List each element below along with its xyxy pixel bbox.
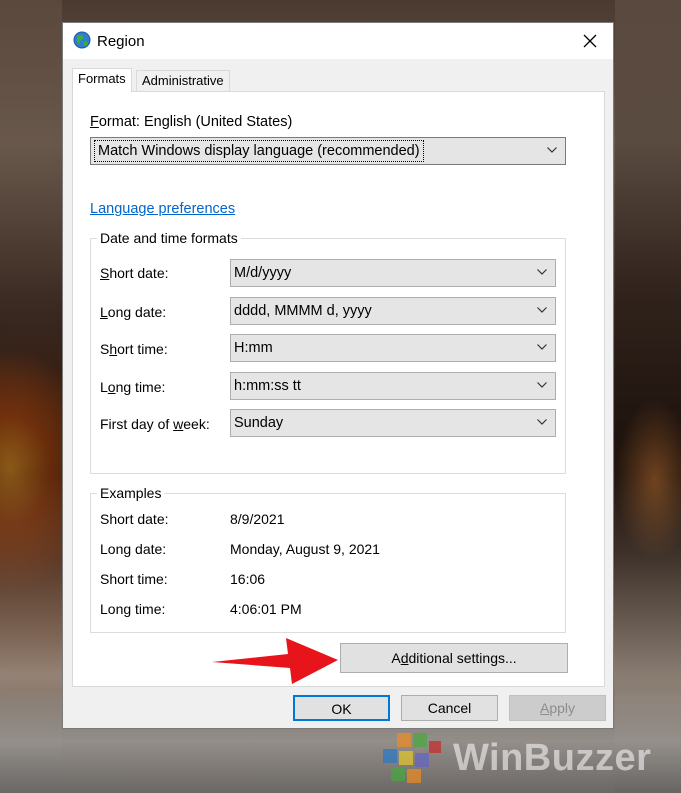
short-date-value: M/d/yyyy bbox=[234, 265, 292, 281]
examples-group: Examples Short date: 8/9/2021 Long date:… bbox=[90, 485, 566, 633]
format-label: Format: English (United States) bbox=[90, 114, 293, 130]
tab-administrative-label: Administrative bbox=[142, 73, 224, 88]
long-time-value: h:mm:ss tt bbox=[234, 378, 301, 394]
close-icon bbox=[583, 34, 597, 48]
example-long-date-value: Monday, August 9, 2021 bbox=[230, 541, 380, 557]
examples-legend: Examples bbox=[97, 485, 165, 501]
tab-formats[interactable]: Formats bbox=[72, 68, 132, 92]
example-short-time-label: Short time: bbox=[100, 571, 168, 587]
long-date-select[interactable]: dddd, MMMM d, yyyy bbox=[230, 297, 556, 325]
short-time-select[interactable]: H:mm bbox=[230, 334, 556, 362]
date-time-formats-legend: Date and time formats bbox=[97, 230, 241, 246]
winbuzzer-logo-icon bbox=[383, 733, 441, 783]
example-short-date-label: Short date: bbox=[100, 511, 169, 527]
desktop-background-left bbox=[0, 0, 62, 793]
formats-tab-pane: Format: English (United States) Match Wi… bbox=[72, 91, 605, 687]
short-date-select[interactable]: M/d/yyyy bbox=[230, 259, 556, 287]
tab-formats-label: Formats bbox=[78, 71, 126, 86]
short-time-label: Short time: bbox=[100, 341, 168, 357]
language-preferences-link[interactable]: Language preferences bbox=[90, 201, 235, 217]
example-long-time-value: 4:06:01 PM bbox=[230, 601, 302, 617]
first-day-of-week-label: First day of week: bbox=[100, 416, 210, 432]
short-time-value: H:mm bbox=[234, 340, 273, 356]
close-button[interactable] bbox=[567, 23, 613, 59]
chevron-down-icon bbox=[537, 382, 547, 388]
long-time-select[interactable]: h:mm:ss tt bbox=[230, 372, 556, 400]
first-day-of-week-value: Sunday bbox=[234, 415, 284, 431]
title-bar[interactable]: Region bbox=[63, 23, 613, 59]
chevron-down-icon bbox=[537, 344, 547, 350]
watermark-text: WinBuzzer bbox=[453, 737, 652, 779]
globe-icon bbox=[73, 31, 91, 49]
window-title: Region bbox=[97, 33, 145, 50]
red-arrow-annotation bbox=[212, 638, 338, 684]
chevron-down-icon bbox=[537, 419, 547, 425]
chevron-down-icon bbox=[537, 307, 547, 313]
example-short-time-value: 16:06 bbox=[230, 571, 266, 587]
cancel-label: Cancel bbox=[427, 700, 472, 716]
date-time-formats-group: Date and time formats Short date: M/d/yy… bbox=[90, 230, 566, 474]
chevron-down-icon bbox=[547, 147, 557, 153]
short-date-label: Short date: bbox=[100, 265, 169, 281]
example-short-date-value: 8/9/2021 bbox=[230, 511, 285, 527]
example-long-time-label: Long time: bbox=[100, 601, 166, 617]
cancel-button[interactable]: Cancel bbox=[401, 695, 498, 721]
chevron-down-icon bbox=[537, 269, 547, 275]
additional-settings-button[interactable]: Additional settings... bbox=[340, 643, 568, 673]
desktop-background-right bbox=[615, 0, 681, 793]
winbuzzer-watermark: WinBuzzer bbox=[379, 727, 679, 789]
format-select[interactable]: Match Windows display language (recommen… bbox=[90, 137, 566, 165]
example-long-date-label: Long date: bbox=[100, 541, 167, 557]
apply-button[interactable]: Apply bbox=[509, 695, 606, 721]
long-date-label: Long date: bbox=[100, 304, 167, 320]
region-dialog: Region Formats Administrative Format: En… bbox=[62, 22, 614, 729]
first-day-of-week-select[interactable]: Sunday bbox=[230, 409, 556, 437]
format-select-value: Match Windows display language (recommen… bbox=[94, 140, 424, 162]
ok-button[interactable]: OK bbox=[293, 695, 390, 721]
ok-label: OK bbox=[331, 701, 352, 717]
long-date-value: dddd, MMMM d, yyyy bbox=[234, 303, 372, 319]
long-time-label: Long time: bbox=[100, 379, 166, 395]
tab-administrative[interactable]: Administrative bbox=[136, 70, 230, 92]
